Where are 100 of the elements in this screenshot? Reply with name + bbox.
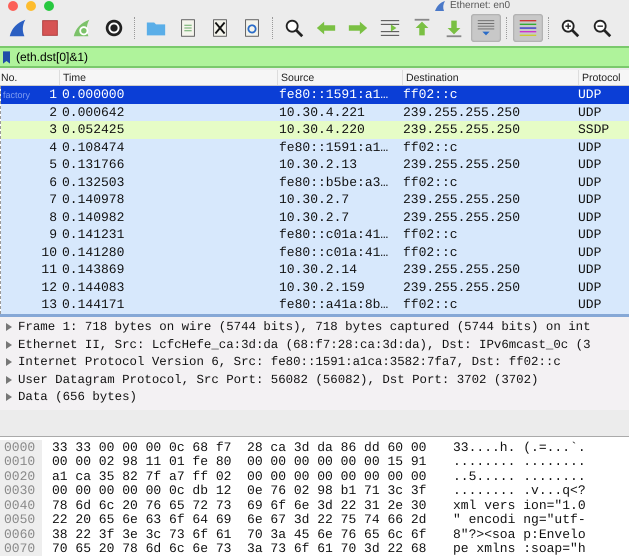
table-cell-text: fe80::c01a:41… [278, 227, 390, 242]
expand-arrow-icon[interactable] [5, 323, 13, 332]
expand-arrow-icon[interactable] [5, 393, 13, 402]
ascii-bytes: 8"?><soa p:Envelo [453, 526, 586, 542]
detail-line[interactable]: Data (656 bytes) [18, 390, 137, 404]
table-cell-text: fe80::a41a:8b… [278, 297, 390, 312]
colored-lines-button[interactable] [513, 14, 543, 42]
table-cell-text: 0.000000 [61, 87, 126, 102]
expand-arrow-icon[interactable] [5, 340, 13, 349]
packet-row[interactable]: 2 0.000642 10.30.4.221 239.255.255.250 UDP [1, 104, 629, 121]
table-cell-text: 10.30.4.220 [278, 122, 366, 138]
packet-row[interactable]: 7 0.140978 10.30.2.7 239.255.255.250 UDP [1, 191, 629, 208]
byte-offset: 0060 [0, 527, 42, 542]
expand-arrow-icon[interactable] [5, 358, 13, 366]
table-cell-text: 0.141280 [61, 244, 126, 260]
ascii-bytes: 33....h. (.=...`. [453, 440, 586, 455]
table-cell-text: 0.132503 [61, 174, 126, 190]
byte-offset: 0050 [0, 512, 42, 527]
table-cell-text: 10.30.2.13 [278, 157, 358, 172]
profile-label: factory [3, 90, 30, 100]
table-cell-text: 10.30.2.14 [278, 262, 358, 278]
ascii-bytes: ........ .v...q<? [453, 483, 586, 498]
column-header[interactable]: Protocol [578, 70, 629, 85]
table-cell-text: 0.141231 [61, 227, 126, 242]
byte-offset: 0030 [0, 484, 42, 498]
table-cell: 1 [49, 87, 57, 102]
table-cell-text: UDP [577, 140, 602, 155]
table-cell: 11 [41, 262, 57, 278]
detail-line[interactable]: User Datagram Protocol, Src Port: 56082 (56082), Dst Port: 3702 (3702) [18, 372, 538, 387]
packet-row[interactable]: 5 0.131766 10.30.2.13 239.255.255.250 UDP [1, 156, 629, 174]
expand-arrow-icon[interactable] [5, 376, 13, 384]
window-title: Ethernet: en0 [450, 0, 510, 12]
table-cell-text: 0.000642 [61, 104, 126, 120]
column-header[interactable]: Time [59, 70, 277, 85]
table-cell-text: 0.108474 [61, 140, 126, 155]
table-cell-text: 239.255.255.250 [402, 262, 522, 278]
table-cell-text: UDP [577, 104, 602, 120]
table-cell-text: fe80::b5be:a3… [278, 174, 390, 190]
hex-bytes: 38 22 3f 3e 3c 73 6f 61 70 3a 45 6e 76 65 6c 6f [52, 526, 428, 542]
table-cell: 12 [41, 280, 57, 295]
table-cell-text: 0.140982 [61, 210, 126, 225]
table-cell-text: UDP [577, 297, 602, 312]
table-cell: 4 [49, 140, 57, 155]
ascii-bytes: ........ ........ [453, 454, 586, 470]
hex-bytes: 00 00 02 98 11 01 fe 80 00 00 00 00 00 00 15 91 [52, 454, 428, 470]
table-cell-text: UDP [577, 174, 602, 190]
hex-bytes: 22 20 65 6e 63 6f 64 69 6e 67 3d 22 75 74 66 2d [52, 512, 428, 528]
table-cell-text: UDP [577, 157, 602, 172]
column-header[interactable]: Source [277, 70, 402, 85]
table-cell-text: UDP [577, 192, 602, 208]
table-cell-text: 0.144083 [61, 280, 126, 295]
table-cell: 13 [41, 297, 57, 312]
table-cell-text: UDP [577, 280, 602, 295]
table-cell-text: 239.255.255.250 [402, 104, 522, 120]
packet-row[interactable]: 10 0.141280 fe80::c01a:41… ff02::c UDP [1, 244, 629, 261]
table-cell-text: fe80::1591:a1… [278, 140, 390, 155]
table-cell-text: 10.30.2.7 [278, 192, 350, 208]
display-filter-field[interactable]: (eth.dst[0]&1) [0, 46, 629, 68]
hex-bytes: 00 00 00 00 00 0c db 12 0e 76 02 98 b1 71 3c 3f [52, 483, 428, 498]
table-cell-text: 10.30.4.221 [278, 104, 366, 120]
hex-bytes: 70 65 20 78 6d 6c 6e 73 3a 73 6f 61 70 3d 22 68 [52, 541, 428, 556]
packet-row[interactable]: 13 0.144171 fe80::a41a:8b… ff02::c UDP [1, 296, 629, 314]
packet-row[interactable]: 12 0.144083 10.30.2.159 239.255.255.250 UDP [1, 278, 629, 296]
table-cell-text: fe80::1591:a1… [278, 87, 390, 102]
table-cell-text: 0.052425 [61, 122, 126, 138]
table-cell-text: ff02::c [402, 227, 459, 242]
column-header[interactable]: Destination [402, 70, 578, 85]
detail-line[interactable]: Ethernet II, Src: LcfcHefe_ca:3d:da (68:f7:28:ca:3d:da), Dst: IPv6mcast_0c (3 [18, 338, 591, 352]
ascii-bytes: " encodi ng="utf- [453, 512, 586, 528]
ascii-bytes: xml vers ion="1.0 [453, 498, 586, 513]
bookmark-icon[interactable] [3, 50, 10, 64]
detail-line[interactable]: Frame 1: 718 bytes on wire (5744 bits), 718 bytes captured (5744 bits) on int [18, 320, 591, 334]
close-window-icon[interactable] [8, 0, 18, 11]
table-cell-text: 239.255.255.250 [402, 157, 522, 172]
byte-offset: 0020 [0, 469, 42, 484]
packet-row[interactable]: 3 0.052425 10.30.4.220 239.255.255.250 SSDP [1, 121, 629, 138]
table-cell: 2 [49, 104, 57, 120]
column-header[interactable]: No. [0, 70, 59, 85]
packet-row[interactable]: 6 0.132503 fe80::b5be:a3… ff02::c UDP [1, 174, 629, 191]
packet-row[interactable]: factory 1 0.000000 fe80::1591:a1… ff02::c UDP [1, 86, 629, 104]
packet-row[interactable]: 9 0.141231 fe80::c01a:41… ff02::c UDP [1, 226, 629, 244]
table-cell: 8 [49, 210, 57, 225]
table-cell-text: UDP [577, 210, 602, 225]
packet-row[interactable]: 4 0.108474 fe80::1591:a1… ff02::c UDP [1, 138, 629, 156]
table-cell-text: ff02::c [402, 140, 459, 155]
table-cell-text: ff02::c [402, 174, 459, 190]
packet-row[interactable]: 8 0.140982 10.30.2.7 239.255.255.250 UDP [1, 208, 629, 226]
byte-offset: 0070 [0, 542, 42, 556]
table-cell: 6 [49, 174, 57, 190]
table-cell-text: 239.255.255.250 [402, 210, 522, 225]
table-cell-text: ff02::c [402, 244, 459, 260]
filter-input[interactable]: (eth.dst[0]&1) [16, 50, 629, 64]
table-cell-text: UDP [577, 227, 602, 242]
packet-row[interactable]: 11 0.143869 10.30.2.14 239.255.255.250 UDP [1, 261, 629, 278]
byte-offset: 0000 [0, 440, 42, 454]
table-cell-text: fe80::c01a:41… [278, 244, 390, 260]
autoscroll-button[interactable] [471, 14, 501, 42]
detail-line[interactable]: Internet Protocol Version 6, Src: fe80::1591:a1ca:3582:7fa7, Dst: ff02::c [18, 355, 561, 370]
table-cell-text: UDP [577, 87, 602, 102]
table-cell: 7 [49, 192, 57, 208]
